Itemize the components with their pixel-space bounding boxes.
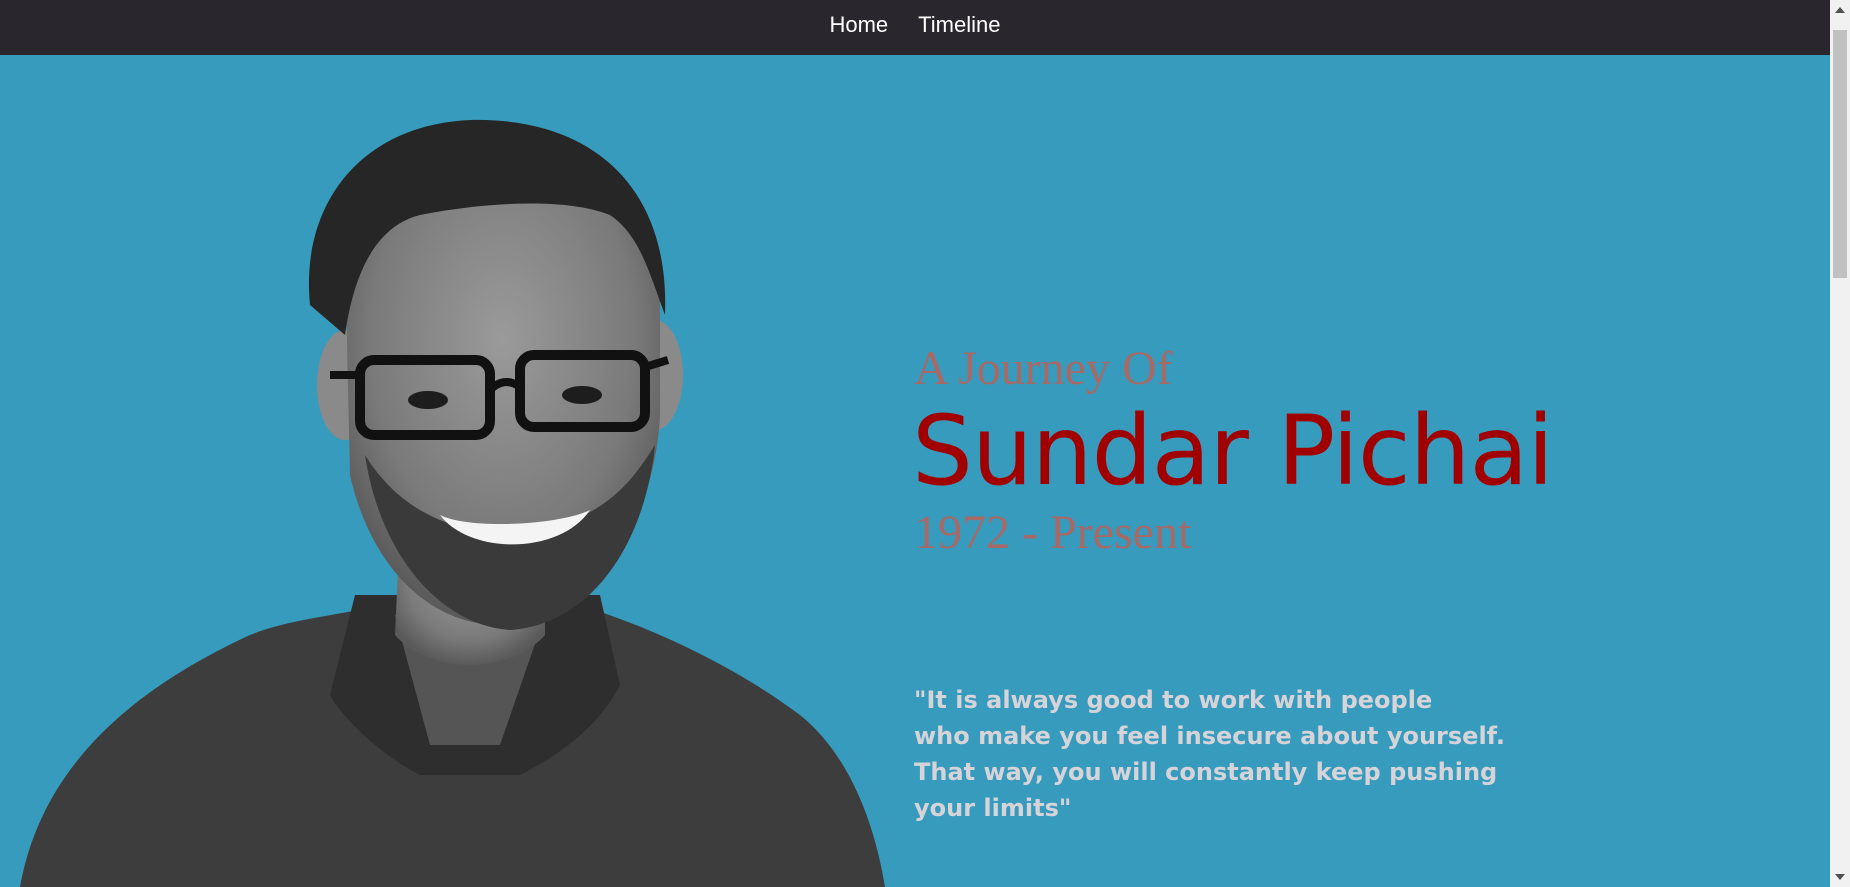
hero-name-heading: Sundar Pichai <box>912 395 1554 507</box>
vertical-scrollbar[interactable] <box>1830 0 1850 887</box>
top-navbar: Home Timeline <box>0 0 1830 55</box>
scrollbar-thumb[interactable] <box>1833 30 1847 278</box>
hero-quote: "It is always good to work with people w… <box>914 686 1505 822</box>
hero-intro-text: A Journey Of <box>914 342 1173 395</box>
hero-section: A Journey Of Sundar Pichai 1972 - Presen… <box>0 55 1830 887</box>
nav-timeline-link[interactable]: Timeline <box>918 12 1000 38</box>
portrait-image <box>20 119 885 887</box>
scroll-down-arrow-icon[interactable] <box>1835 874 1845 880</box>
hero-years-text: 1972 - Present <box>914 506 1192 559</box>
hero-title-block: A Journey Of Sundar Pichai 1972 - Presen… <box>912 342 1554 559</box>
scroll-up-arrow-icon[interactable] <box>1835 7 1845 13</box>
nav-home-link[interactable]: Home <box>829 12 888 38</box>
